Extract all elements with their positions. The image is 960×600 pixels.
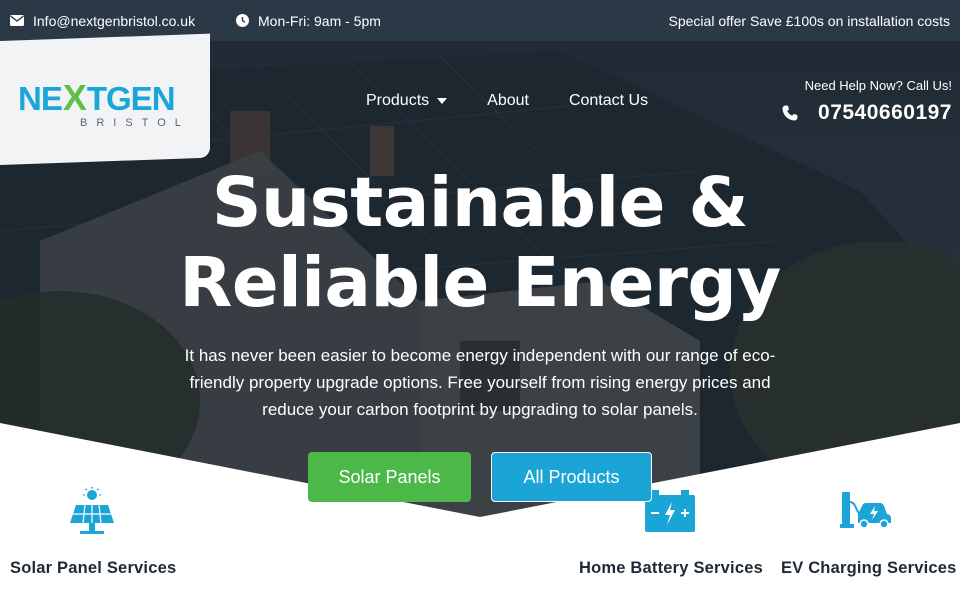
topbar-email-text[interactable]: Info@nextgenbristol.co.uk (33, 13, 195, 29)
nav-item-contact[interactable]: Contact Us (569, 92, 648, 110)
phone-icon (782, 105, 798, 121)
call-block: Need Help Now? Call Us! 07540660197 (782, 78, 952, 125)
call-phone-number[interactable]: 07540660197 (818, 101, 952, 125)
solar-panels-button[interactable]: Solar Panels (308, 452, 471, 502)
service-title-solar[interactable]: Solar Panel Services (10, 559, 176, 578)
headline-line-1: Sustainable & (211, 163, 749, 243)
chevron-down-icon (437, 98, 448, 104)
logo-text-x: X (62, 77, 87, 118)
hero-headline: Sustainable & Reliable Energy (0, 163, 960, 323)
nav-item-label: About (487, 92, 529, 109)
main-nav: Products About Contact Us (366, 92, 688, 110)
hero-description: It has never been easier to become energ… (184, 346, 776, 419)
brand-logo[interactable]: NE X TGEN BRISTOL (18, 80, 190, 130)
ev-charger-icon (840, 492, 891, 529)
nav-item-label: Products (366, 92, 430, 109)
topbar-hours: Mon-Fri: 9am - 5pm (236, 0, 381, 41)
service-title-ev[interactable]: EV Charging Services (781, 559, 957, 578)
logo-wordmark: NE X TGEN (18, 80, 190, 116)
topbar-offer-text: Special offer Save £100s on installation… (668, 12, 950, 29)
battery-icon (645, 490, 695, 532)
headline-line-2: Reliable Energy (179, 243, 781, 323)
envelope-icon (10, 15, 24, 26)
all-products-button[interactable]: All Products (491, 452, 652, 502)
logo-text-right: TGEN (86, 79, 176, 117)
nav-item-label: Contact Us (568, 92, 649, 109)
topbar-hours-text: Mon-Fri: 9am - 5pm (258, 12, 381, 29)
topbar-offer: Special offer Save £100s on installation… (669, 0, 950, 41)
call-phone-link[interactable]: 07540660197 (782, 101, 952, 125)
logo-text-left: NE (18, 79, 63, 117)
service-title-battery[interactable]: Home Battery Services (579, 559, 763, 578)
call-help-text: Need Help Now? Call Us! (804, 78, 952, 93)
nav-item-about[interactable]: About (487, 92, 529, 110)
solar-panel-icon (70, 487, 114, 534)
logo-subtitle: BRISTOL (80, 117, 190, 129)
clock-icon (236, 14, 249, 27)
top-bar: Info@nextgenbristol.co.uk Mon-Fri: 9am -… (0, 0, 960, 41)
nav-item-products[interactable]: Products (366, 92, 448, 110)
